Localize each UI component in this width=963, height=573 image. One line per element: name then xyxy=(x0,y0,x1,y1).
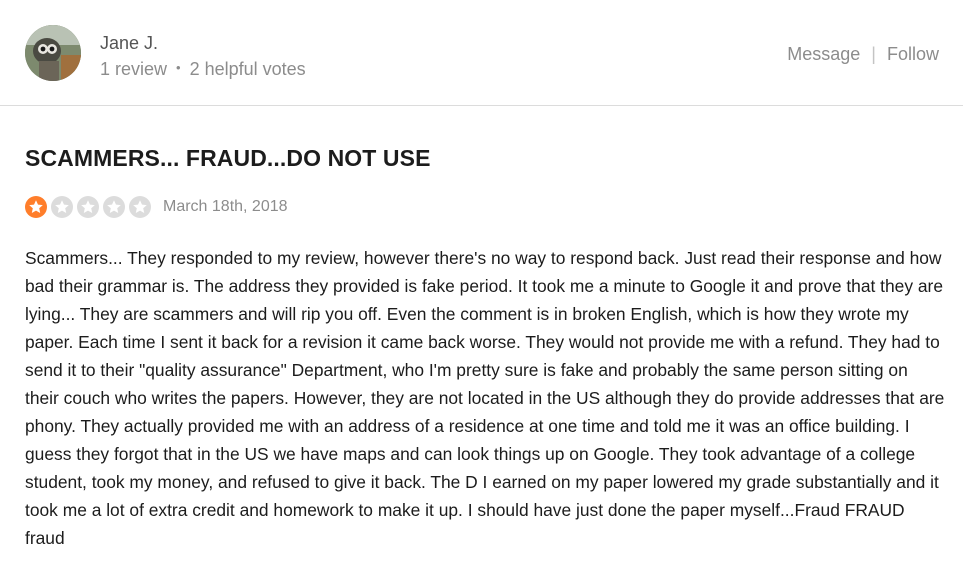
reviewer-actions: Message | Follow xyxy=(787,43,939,65)
star-empty-icon xyxy=(51,196,73,218)
rating-row: March 18th, 2018 xyxy=(25,196,288,218)
message-button[interactable]: Message xyxy=(787,44,860,64)
star-empty-icon xyxy=(103,196,125,218)
star-rating xyxy=(25,196,155,218)
reviewer-stats: 1 review • 2 helpful votes xyxy=(100,58,306,82)
helpful-votes-count: 2 helpful votes xyxy=(189,59,306,79)
follow-button[interactable]: Follow xyxy=(887,44,939,64)
reviewer-header: Jane J. 1 review • 2 helpful votes Message… xyxy=(0,0,963,106)
review-title: SCAMMERS... FRAUD...DO NOT USE xyxy=(25,145,431,171)
review-body: Scammers... They responded to my review,… xyxy=(25,248,945,548)
review-count: 1 review xyxy=(100,59,168,79)
actions-separator: | xyxy=(871,44,876,64)
star-empty-icon xyxy=(129,196,151,218)
reviewer-name[interactable]: Jane J. xyxy=(100,32,158,54)
stats-separator-dot: • xyxy=(176,60,181,75)
avatar[interactable] xyxy=(25,25,81,81)
star-empty-icon xyxy=(77,196,99,218)
star-filled-icon xyxy=(25,196,47,218)
review-date: March 18th, 2018 xyxy=(163,198,288,215)
